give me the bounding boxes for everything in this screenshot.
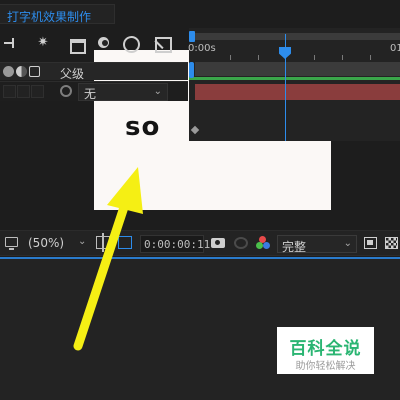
layer-duration-bar-selected[interactable] bbox=[195, 84, 400, 100]
ruler-tick bbox=[370, 55, 371, 60]
video-switch-icon[interactable] bbox=[3, 66, 14, 77]
work-area-bar[interactable] bbox=[191, 33, 400, 40]
frame-blending-icon[interactable] bbox=[68, 36, 86, 54]
solo-switch-icon[interactable] bbox=[16, 66, 27, 77]
resolution-label: 完整 bbox=[282, 240, 307, 254]
layer-switch-box[interactable] bbox=[3, 85, 16, 98]
ruler-tick bbox=[230, 55, 231, 60]
after-effects-window: 打字机效果制作 so (50%) ⌄ 0:00:00:11 完整 ⌄ ✷ 0:0… bbox=[0, 0, 400, 400]
parent-pickwhip-icon[interactable] bbox=[60, 85, 72, 97]
camera-snapshot-icon[interactable] bbox=[211, 238, 225, 248]
parent-column-header: 父级 bbox=[60, 67, 85, 81]
layer-column-header: 父级 bbox=[0, 62, 188, 81]
draft-3d-icon[interactable]: ✷ bbox=[35, 36, 51, 50]
layer-in-point-handle[interactable] bbox=[189, 62, 194, 78]
ruler-tick bbox=[258, 55, 259, 60]
layer-row[interactable]: 无 ⌄ bbox=[0, 81, 188, 101]
watermark-logo: 百科全说 助你轻松解决 bbox=[277, 327, 374, 374]
chevron-down-icon: ⌄ bbox=[343, 238, 352, 249]
region-of-interest-icon[interactable] bbox=[118, 236, 132, 249]
timeline-switches-toolbar: ✷ bbox=[0, 30, 188, 56]
show-snapshot-icon[interactable] bbox=[234, 237, 248, 249]
current-time-field[interactable]: 0:00:00:11 bbox=[140, 235, 210, 253]
parent-dropdown[interactable]: 无 ⌄ bbox=[78, 83, 168, 101]
ruler-tick bbox=[342, 55, 343, 60]
layer-switch-box[interactable] bbox=[17, 85, 30, 98]
color-channels-icon[interactable] bbox=[256, 236, 270, 250]
composition-tab[interactable]: 打字机效果制作 bbox=[0, 4, 115, 24]
flowchart-icon[interactable] bbox=[2, 36, 18, 50]
composition-tab-label: 打字机效果制作 bbox=[7, 10, 92, 24]
render-range-bar bbox=[189, 77, 400, 80]
graph-editor-icon[interactable] bbox=[154, 36, 172, 53]
ruler-end-label: 01 bbox=[390, 43, 400, 54]
lock-switch-icon[interactable] bbox=[29, 66, 40, 77]
motion-blur-icon[interactable] bbox=[96, 36, 112, 50]
watermark-subtitle: 助你轻松解决 bbox=[295, 361, 356, 372]
layer-duration-bar[interactable] bbox=[195, 62, 400, 76]
parent-dropdown-value: 无 bbox=[84, 87, 97, 101]
watermark-title: 百科全说 bbox=[289, 339, 362, 359]
resolution-dropdown[interactable]: 完整 ⌄ bbox=[277, 235, 357, 254]
toggle-mask-icon[interactable] bbox=[364, 237, 377, 249]
viewer-toolbar: (50%) ⌄ 0:00:00:11 完整 ⌄ bbox=[0, 230, 400, 256]
ruler-tick bbox=[314, 55, 315, 60]
fit-frame-icon[interactable] bbox=[96, 233, 110, 252]
hide-shy-layers-icon[interactable] bbox=[122, 36, 140, 53]
monitor-icon[interactable] bbox=[5, 237, 18, 250]
layer-switch-box[interactable] bbox=[31, 85, 44, 98]
zoom-level-dropdown[interactable]: (50%) bbox=[28, 236, 64, 250]
ruler-start-label: 0:00s bbox=[188, 43, 216, 54]
chevron-down-icon: ⌄ bbox=[153, 86, 162, 97]
work-area-start-handle[interactable] bbox=[189, 31, 195, 42]
canvas-text-layer[interactable]: so bbox=[125, 112, 160, 142]
transparency-grid-icon[interactable] bbox=[385, 237, 398, 249]
chevron-down-icon[interactable]: ⌄ bbox=[78, 236, 86, 247]
